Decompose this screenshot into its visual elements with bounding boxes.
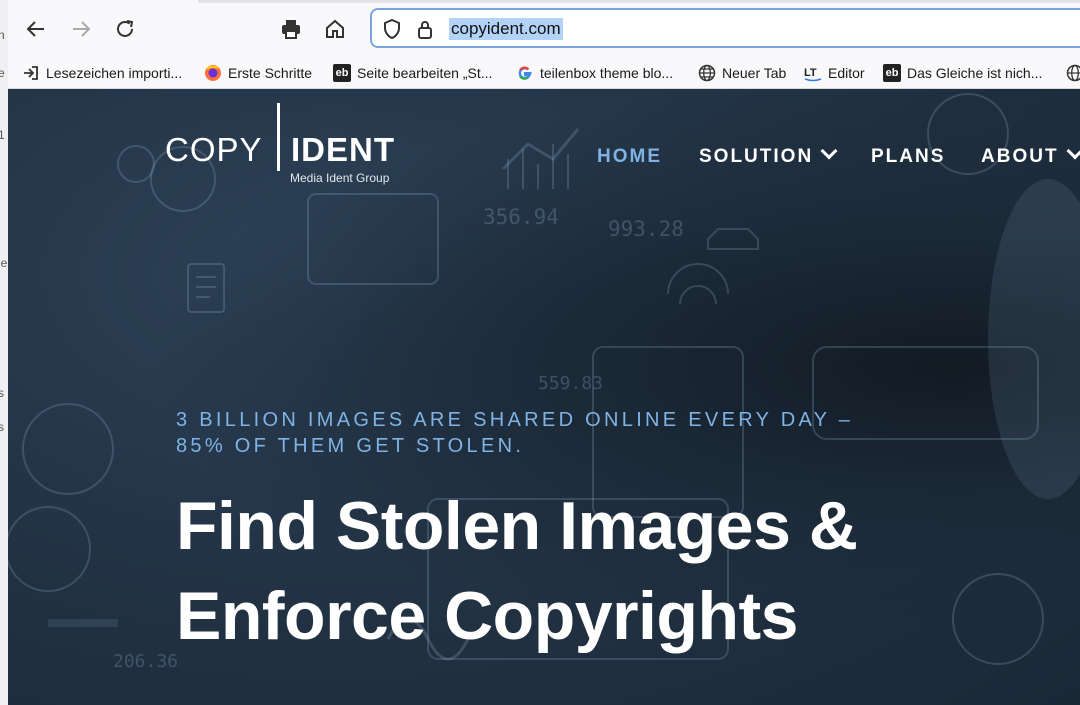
bookmark-label: teilenbox theme blo...	[540, 65, 674, 81]
browser-toolbar: copyident.com	[8, 0, 1080, 58]
eb-icon: eb	[883, 64, 901, 82]
url-text[interactable]: copyident.com	[449, 18, 563, 40]
hero-tagline: 3 BILLION IMAGES ARE SHARED ONLINE EVERY…	[176, 407, 896, 459]
nav-label: SOLUTION	[699, 146, 814, 167]
google-icon	[516, 64, 534, 82]
headline-line: Enforce Copyrights	[176, 578, 798, 654]
chevron-down-icon	[820, 142, 838, 160]
import-icon	[22, 64, 40, 82]
bookmark-item[interactable]: eb Das Gleiche ist nich...	[883, 62, 1042, 84]
background-number: 559.83	[538, 373, 604, 394]
nav-plans[interactable]: PLANS	[871, 146, 945, 168]
bookmark-item[interactable]: LT Editor	[804, 62, 865, 84]
bookmarks-bar: Lesezeichen importi... Erste Schritte eb…	[8, 58, 1080, 89]
firefox-icon	[204, 64, 222, 82]
logo-divider	[277, 103, 280, 171]
bookmark-label: Seite bearbeiten „St...	[357, 65, 493, 81]
url-bar[interactable]: copyident.com	[370, 8, 1080, 48]
bookmark-item[interactable]: Erste Schritte	[204, 62, 312, 84]
languagetool-icon: LT	[804, 64, 822, 82]
tagline-line: 3 BILLION IMAGES ARE SHARED ONLINE EVERY…	[176, 409, 854, 431]
back-icon[interactable]	[20, 14, 52, 44]
nav-label: HOME	[597, 146, 662, 167]
nav-label: PLANS	[871, 146, 946, 167]
logo-subtitle: Media Ident Group	[290, 171, 390, 185]
bookmark-item[interactable]: Neuer Tab	[698, 62, 786, 84]
hero-headline: Find Stolen Images & Enforce Copyrights	[176, 481, 1076, 661]
reload-icon[interactable]	[109, 14, 141, 44]
chevron-down-icon	[1066, 142, 1080, 160]
shield-icon[interactable]	[382, 18, 402, 45]
eb-icon: eb	[333, 64, 351, 82]
nav-solution[interactable]: SOLUTION	[699, 142, 838, 168]
bookmark-item[interactable]: Lesezeichen importi...	[22, 62, 182, 84]
tab-strip-edge	[198, 0, 1080, 3]
forward-icon[interactable]	[65, 14, 97, 44]
svg-text:LT: LT	[804, 67, 817, 79]
background-number: 206.36	[113, 651, 179, 672]
bookmark-label: Das Gleiche ist nich...	[907, 65, 1043, 81]
bookmark-label: Erste Schritte	[228, 65, 313, 81]
hero-section: 356.94 993.28 559.83 206.36 COPY IDENT M…	[8, 89, 1080, 705]
bookmark-label: Lesezeichen importi...	[46, 65, 183, 81]
bookmark-item[interactable]: teilenbox theme blo...	[516, 62, 673, 84]
globe-icon	[698, 64, 716, 82]
nav-home[interactable]: HOME	[597, 146, 662, 168]
background-number: 993.28	[608, 217, 684, 241]
home-icon[interactable]	[319, 14, 351, 44]
logo-text-left: COPY	[165, 131, 263, 168]
bookmark-overflow[interactable]	[1066, 62, 1080, 84]
print-icon[interactable]	[275, 14, 307, 44]
nav-label: ABOUT	[981, 146, 1059, 167]
headline-line: Find Stolen Images &	[176, 488, 858, 564]
nav-about[interactable]: ABOUT	[981, 142, 1080, 168]
bookmark-label: Neuer Tab	[722, 65, 787, 81]
tagline-line: 85% OF THEM GET STOLEN.	[176, 435, 525, 457]
logo-text-right: IDENT	[291, 131, 395, 168]
bookmark-label: Editor	[828, 65, 865, 81]
bookmark-item[interactable]: eb Seite bearbeiten „St...	[333, 62, 492, 84]
lock-icon[interactable]	[416, 18, 434, 45]
background-number: 356.94	[483, 205, 559, 229]
globe-icon	[1066, 64, 1080, 82]
